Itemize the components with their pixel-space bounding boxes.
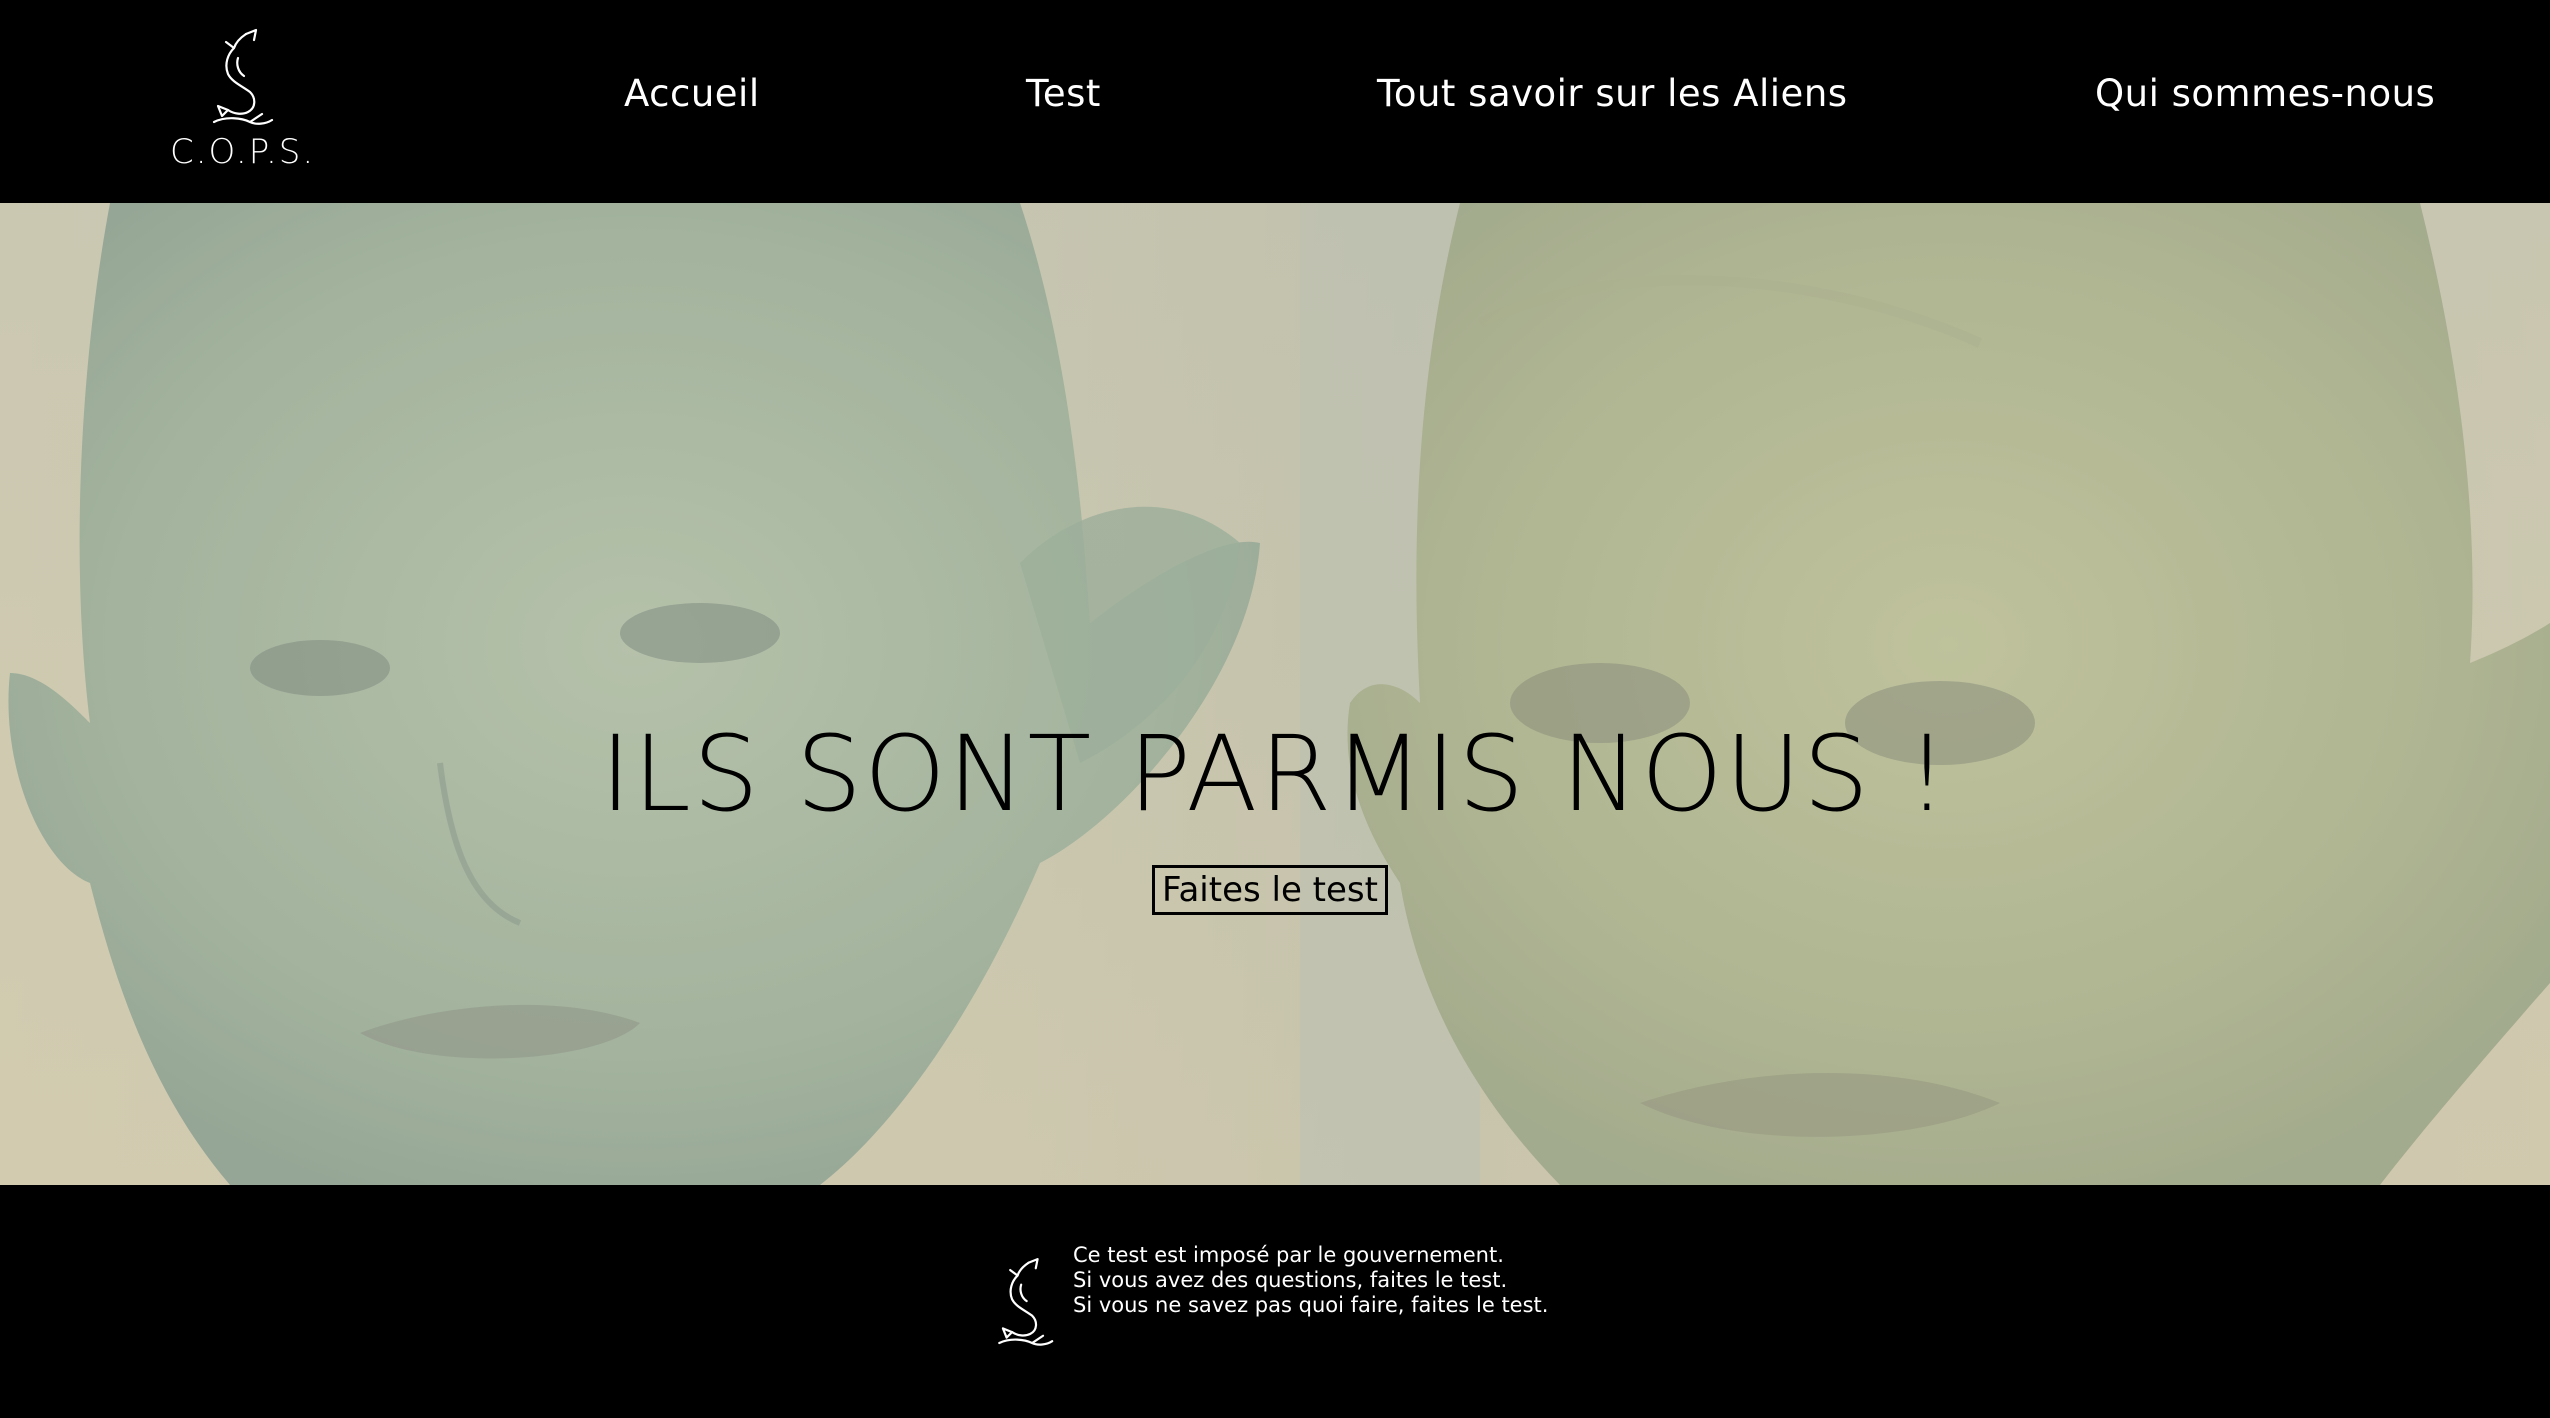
footer-notice: Ce test est imposé par le gouvernement. … — [1073, 1243, 1548, 1318]
dolphin-icon — [998, 1258, 1054, 1346]
site-logo[interactable]: C.O.P.S. — [170, 28, 316, 178]
hero-title: ILS SONT PARMIS NOUS ! — [600, 713, 1950, 835]
take-test-button[interactable]: Faites le test — [1152, 865, 1388, 915]
logo-text: C.O.P.S. — [170, 132, 316, 172]
nav-qui-sommes-nous[interactable]: Qui sommes-nous — [2095, 70, 2435, 118]
alien-faces-photo — [0, 203, 2550, 1185]
footer-line: Si vous ne savez pas quoi faire, faites … — [1073, 1293, 1549, 1317]
hero-section: ILS SONT PARMIS NOUS ! Faites le test — [0, 203, 2550, 1185]
nav-aliens[interactable]: Tout savoir sur les Aliens — [1377, 70, 1848, 118]
nav-accueil[interactable]: Accueil — [624, 70, 760, 118]
nav-test[interactable]: Test — [1026, 70, 1101, 118]
footer-line: Si vous avez des questions, faites le te… — [1073, 1268, 1508, 1292]
dolphin-icon — [212, 28, 274, 125]
site-footer: Ce test est imposé par le gouvernement. … — [0, 1185, 2550, 1418]
footer-line: Ce test est imposé par le gouvernement. — [1073, 1243, 1504, 1267]
site-header: C.O.P.S. Accueil Test Tout savoir sur le… — [0, 0, 2550, 203]
